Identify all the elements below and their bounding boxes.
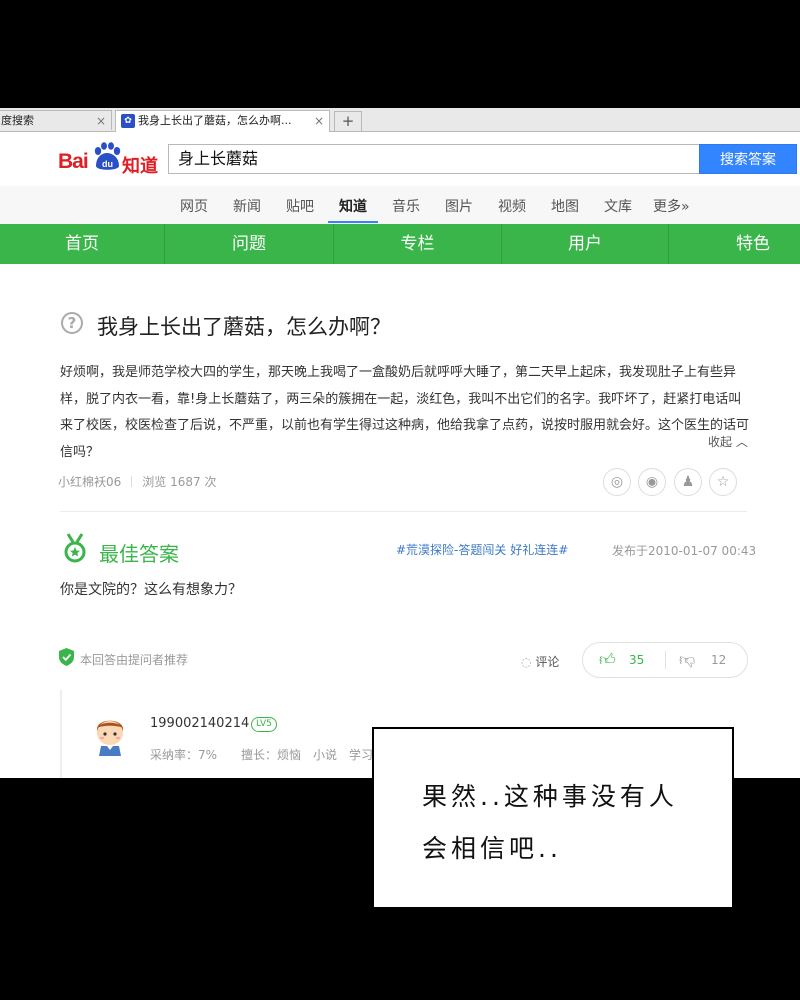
menu-questions[interactable]: 问题 (165, 224, 333, 264)
browser-tab-baidu[interactable]: 度搜索 × (0, 110, 112, 130)
active-nav-underline (328, 221, 378, 223)
question-body: 好烦啊，我是师范学校大四的学生，那天晚上我喝了一盒酸奶后就呼呼大睡了，第二天早上… (60, 365, 750, 460)
question-title: 我身上长出了蘑菇，怎么办啊？ (97, 315, 391, 339)
comment-icon: ◌ (521, 655, 532, 669)
paw-icon: ✿ (121, 114, 135, 128)
browser-tab-bar: 度搜索 × ✿ 我身上长出了蘑菇，怎么办啊... × + (0, 108, 800, 132)
nav-item-web[interactable]: 网页 (180, 196, 208, 216)
thumbs-up-icon[interactable]: 👍︎ (599, 650, 616, 670)
nav-item-map[interactable]: 地图 (551, 196, 579, 216)
menu-columns[interactable]: 专栏 (334, 224, 501, 264)
menu-home[interactable]: 首页 (0, 224, 164, 264)
upvote-count: 35 (629, 653, 645, 667)
weibo-icon[interactable]: ◉ (638, 468, 666, 496)
nav-item-news[interactable]: 新闻 (233, 196, 261, 216)
tab-label: 我身上长出了蘑菇，怎么办啊... (138, 114, 292, 127)
baidu-zhidao-logo[interactable]: Bai du 知道 (58, 142, 162, 178)
nav-item-zhidao[interactable]: 知道 (339, 196, 367, 216)
nav-item-more[interactable]: 更多» (653, 196, 690, 216)
answer-text: 你是文院的？这么有想象力？ (60, 582, 242, 598)
question-mark-icon: ? (61, 312, 83, 334)
logo-zhidao-text: 知道 (122, 156, 158, 177)
comment-label: 评论 (535, 655, 560, 669)
close-tab-icon[interactable]: × (96, 111, 106, 130)
caption-line-1: 果然..这种事没有人 (422, 782, 678, 811)
qq-icon[interactable]: ♟ (674, 468, 702, 496)
menu-featured[interactable]: 特色 (669, 224, 800, 264)
comment-button[interactable]: ◌ 评论 (521, 653, 559, 670)
browser-screenshot: 度搜索 × ✿ 我身上长出了蘑菇，怎么办啊... × + Bai du 知道 身… (0, 108, 800, 778)
asker-name[interactable]: 小红棉袄06 (58, 475, 121, 489)
answerer-name[interactable]: 199002140214 (150, 716, 249, 731)
nav-item-tieba[interactable]: 贴吧 (286, 196, 314, 216)
shield-check-icon (59, 648, 74, 666)
star-icon[interactable]: ☆ (709, 468, 737, 496)
logo-du-text: du (102, 159, 113, 169)
collapse-link[interactable]: 收起 ︿ (708, 433, 748, 450)
recommended-note: 本回答由提问者推荐 (80, 653, 189, 667)
logo-text: Bai (58, 150, 89, 173)
vote-box: 👍︎ 35 👎︎ 12 (582, 642, 748, 678)
search-header: Bai du 知道 身上长蘑菇 搜索答案 (0, 132, 800, 186)
avatar[interactable] (92, 713, 128, 757)
tab-label: 度搜索 (1, 114, 34, 127)
thumbs-down-icon[interactable]: 👎︎ (679, 650, 695, 670)
menu-users[interactable]: 用户 (502, 224, 668, 264)
level-badge: LV5 (251, 717, 277, 732)
nav-item-video[interactable]: 视频 (498, 196, 526, 216)
caption-line-2: 会相信吧.. (422, 834, 562, 863)
vote-divider (665, 651, 666, 669)
search-button[interactable]: 搜索答案 (699, 144, 797, 174)
nav-item-wenku[interactable]: 文库 (604, 196, 632, 216)
channel-nav: 网页 新闻 贴吧 知道 音乐 图片 视频 地图 文库 更多» (0, 186, 800, 225)
best-answer-heading: 最佳答案 (99, 542, 179, 566)
meta-divider (131, 476, 133, 487)
caption-box: 果然..这种事没有人 会相信吧.. (372, 727, 734, 909)
new-tab-button[interactable]: + (334, 111, 362, 131)
view-count: 浏览 1687 次 (142, 475, 217, 489)
section-divider (60, 511, 747, 512)
search-input[interactable]: 身上长蘑菇 (168, 144, 700, 174)
answer-date: 发布于2010-01-07 00:43 (612, 544, 757, 558)
browser-tab-question[interactable]: ✿ 我身上长出了蘑菇，怎么办啊... × (115, 110, 330, 132)
wechat-icon[interactable]: ◎ (603, 468, 631, 496)
question-meta: 小红棉袄06 浏览 1687 次 (58, 473, 216, 490)
close-tab-icon[interactable]: × (314, 111, 324, 131)
nav-item-images[interactable]: 图片 (445, 196, 473, 216)
medal-icon (64, 533, 86, 563)
nav-item-music[interactable]: 音乐 (392, 196, 420, 216)
downvote-count: 12 (711, 653, 727, 667)
paw-icon: du (94, 142, 121, 170)
promo-tag-link[interactable]: #荒漠探险-答题闯关 好礼连连# (396, 541, 568, 558)
answerer-stats: 采纳率：7% 擅长：烦恼 小说 学习帮助 (150, 748, 398, 762)
zhidao-menu-bar: 首页 问题 专栏 用户 特色 (0, 224, 800, 264)
